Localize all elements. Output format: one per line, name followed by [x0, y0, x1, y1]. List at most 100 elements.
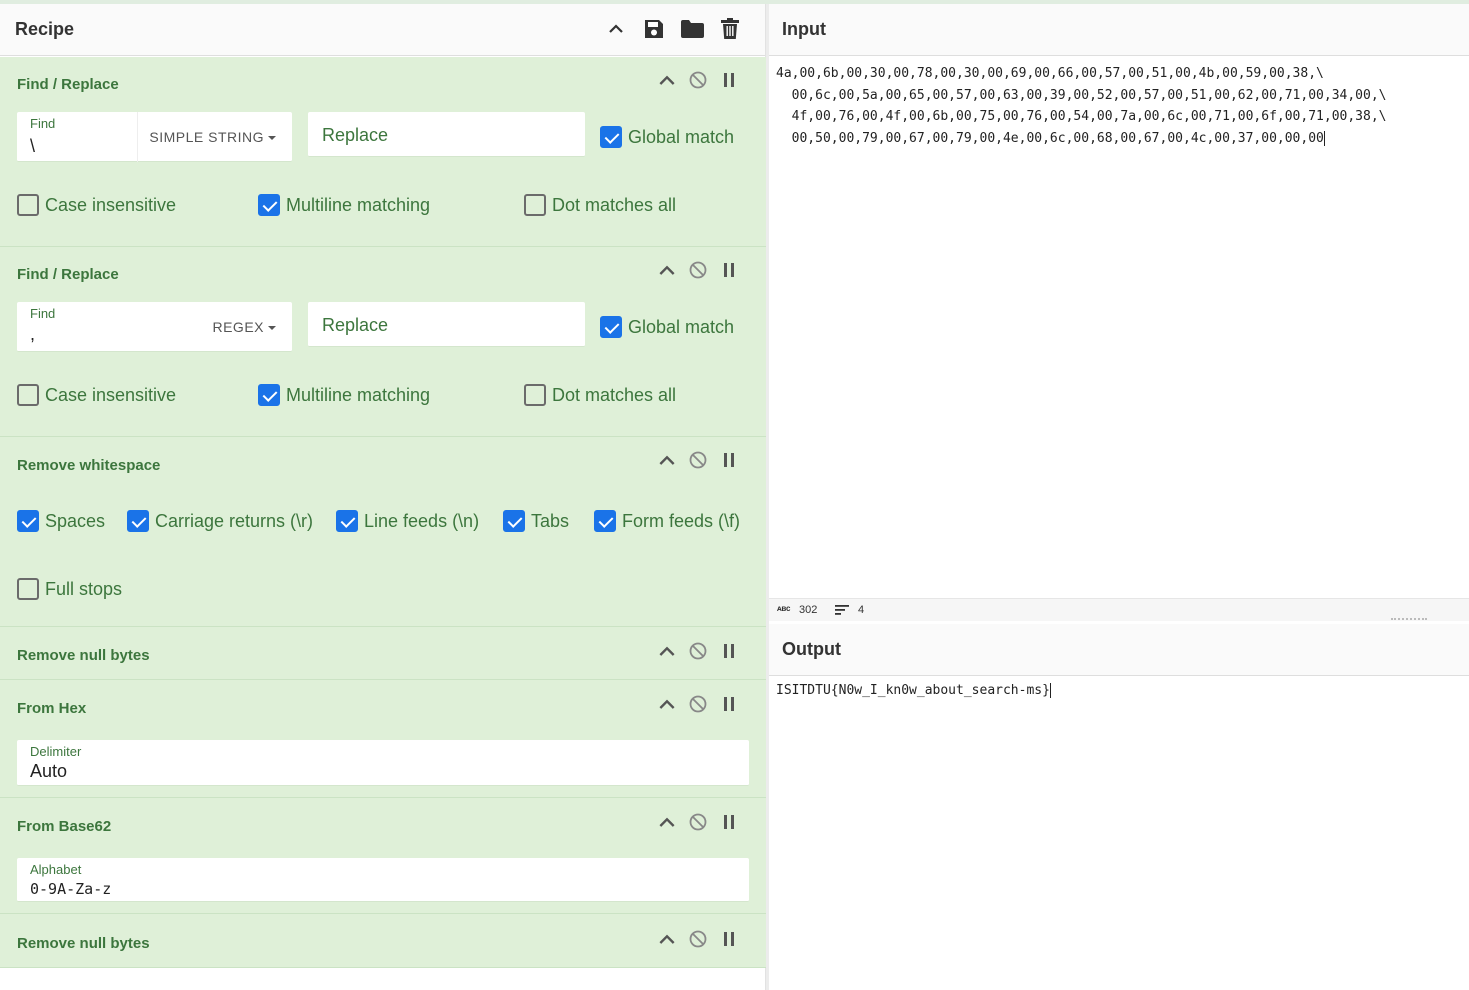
chevron-up-icon[interactable] — [651, 698, 682, 710]
output-value: ISITDTU{N0w_I_kn0w_about_search-ms} — [776, 683, 1050, 698]
checkbox-checked[interactable] — [127, 510, 149, 532]
find-field[interactable]: Find \ SIMPLE STRING — [17, 112, 292, 162]
disable-icon[interactable] — [682, 813, 713, 831]
disable-icon[interactable] — [682, 261, 713, 279]
input-line: 00,50,00,79,00,67,00,79,00,4e,00,6c,00,6… — [776, 130, 1325, 146]
checkbox-checked[interactable] — [600, 126, 622, 148]
checkbox-unchecked[interactable] — [17, 384, 39, 406]
operation-remove-null-bytes-2: Remove null bytes — [0, 914, 766, 968]
disable-icon[interactable] — [682, 930, 713, 948]
find-value[interactable]: \ — [30, 136, 35, 157]
output-textarea[interactable]: ISITDTU{N0w_I_kn0w_about_search-ms} — [776, 683, 1051, 698]
lines-icon — [835, 604, 849, 619]
line-feeds-checkbox[interactable]: Line feeds (\n) — [336, 510, 479, 532]
tabs-checkbox[interactable]: Tabs — [503, 510, 569, 532]
chevron-up-icon[interactable] — [651, 816, 682, 828]
chevron-up-icon[interactable] — [651, 645, 682, 657]
output-header: Output — [769, 624, 1469, 676]
save-icon[interactable] — [635, 19, 673, 39]
operation-from-base62: From Base62 Alphabet 0-9A-Za-z — [0, 798, 766, 914]
resize-grip[interactable] — [1391, 618, 1427, 620]
checkbox-unchecked[interactable] — [524, 384, 546, 406]
checkbox-checked[interactable] — [600, 316, 622, 338]
pause-icon[interactable] — [713, 73, 744, 87]
case-insensitive-checkbox[interactable]: Case insensitive — [17, 384, 176, 406]
form-feeds-checkbox[interactable]: Form feeds (\f) — [594, 510, 740, 532]
operation-remove-null-bytes-1: Remove null bytes — [0, 627, 766, 680]
operation-title: Remove whitespace — [17, 457, 161, 474]
input-panel: Input 4a,00,6b,00,30,00,78,00,30,00,69,0… — [769, 4, 1469, 621]
recipe-header: Recipe — [0, 4, 765, 56]
checkbox-checked[interactable] — [17, 510, 39, 532]
global-match-checkbox[interactable]: Global match — [600, 316, 734, 338]
multiline-checkbox[interactable]: Multiline matching — [258, 384, 430, 406]
find-mode-value: SIMPLE STRING — [149, 129, 264, 145]
multiline-label: Multiline matching — [286, 194, 431, 215]
replace-placeholder: Replace — [322, 125, 389, 145]
find-mode-value: REGEX — [212, 319, 264, 335]
find-value[interactable]: , — [30, 324, 35, 345]
dot-all-checkbox[interactable]: Dot matches all — [524, 384, 676, 406]
full-stops-checkbox[interactable]: Full stops — [17, 578, 122, 600]
find-label: Find — [30, 116, 56, 131]
checkbox-checked[interactable] — [503, 510, 525, 532]
disable-icon[interactable] — [682, 451, 713, 469]
operation-title: Find / Replace — [17, 76, 119, 93]
replace-input[interactable]: Replace — [308, 302, 585, 347]
pause-icon[interactable] — [713, 263, 744, 277]
case-insensitive-label: Case insensitive — [45, 194, 177, 215]
chevron-up-icon[interactable] — [651, 933, 682, 945]
case-insensitive-label: Case insensitive — [45, 384, 177, 405]
disable-icon[interactable] — [682, 642, 713, 660]
disable-icon[interactable] — [682, 71, 713, 89]
spaces-checkbox[interactable]: Spaces — [17, 510, 105, 532]
disable-icon[interactable] — [682, 695, 713, 713]
multiline-checkbox[interactable]: Multiline matching — [258, 194, 430, 216]
checkbox-checked[interactable] — [258, 384, 280, 406]
pause-icon[interactable] — [713, 932, 744, 946]
case-insensitive-checkbox[interactable]: Case insensitive — [17, 194, 176, 216]
chevron-up-icon[interactable] — [651, 454, 682, 466]
operation-find-replace-2: Find / Replace Find , REGEX Replace Glob… — [0, 247, 766, 437]
find-mode-dropdown[interactable]: SIMPLE STRING — [149, 129, 276, 145]
operation-title: Find / Replace — [17, 266, 119, 283]
chevron-up-icon[interactable] — [597, 23, 635, 34]
global-match-checkbox[interactable]: Global match — [600, 126, 734, 148]
pause-icon[interactable] — [713, 697, 744, 711]
checkbox-checked[interactable] — [258, 194, 280, 216]
replace-placeholder: Replace — [322, 315, 389, 335]
delimiter-value[interactable]: Auto — [30, 761, 67, 782]
alphabet-value[interactable]: 0-9A-Za-z — [30, 880, 111, 898]
checkbox-checked[interactable] — [594, 510, 616, 532]
input-textarea[interactable]: 4a,00,6b,00,30,00,78,00,30,00,69,00,66,0… — [776, 63, 1386, 149]
operation-title: Remove null bytes — [17, 647, 150, 664]
delimiter-field[interactable]: Delimiter Auto — [17, 740, 749, 786]
carriage-returns-checkbox[interactable]: Carriage returns (\r) — [127, 510, 313, 532]
folder-icon[interactable] — [673, 19, 711, 38]
operation-remove-whitespace: Remove whitespace Spaces Carriage return… — [0, 437, 766, 627]
chevron-up-icon[interactable] — [651, 74, 682, 86]
checkbox-unchecked[interactable] — [17, 194, 39, 216]
find-field[interactable]: Find , REGEX — [17, 302, 292, 352]
input-line: 4f,00,76,00,4f,00,6b,00,75,00,76,00,54,0… — [776, 109, 1387, 124]
checkbox-unchecked[interactable] — [524, 194, 546, 216]
replace-input[interactable]: Replace — [308, 112, 585, 157]
operation-title: Remove null bytes — [17, 935, 150, 952]
dot-all-label: Dot matches all — [552, 194, 677, 215]
find-mode-dropdown[interactable]: REGEX — [212, 319, 276, 335]
pause-icon[interactable] — [713, 453, 744, 467]
text-caret — [1049, 683, 1051, 698]
checkbox-unchecked[interactable] — [17, 578, 39, 600]
line-feeds-label: Line feeds (\n) — [364, 510, 480, 531]
input-length: 302 — [799, 604, 818, 616]
alphabet-field[interactable]: Alphabet 0-9A-Za-z — [17, 858, 749, 902]
input-line: 00,6c,00,5a,00,65,00,57,00,63,00,39,00,5… — [776, 87, 1387, 103]
input-line-count: 4 — [858, 604, 865, 616]
checkbox-checked[interactable] — [336, 510, 358, 532]
pause-icon[interactable] — [713, 815, 744, 829]
dot-all-checkbox[interactable]: Dot matches all — [524, 194, 676, 216]
trash-icon[interactable] — [711, 18, 749, 39]
input-title: Input — [782, 19, 826, 39]
chevron-up-icon[interactable] — [651, 264, 682, 276]
pause-icon[interactable] — [713, 644, 744, 658]
